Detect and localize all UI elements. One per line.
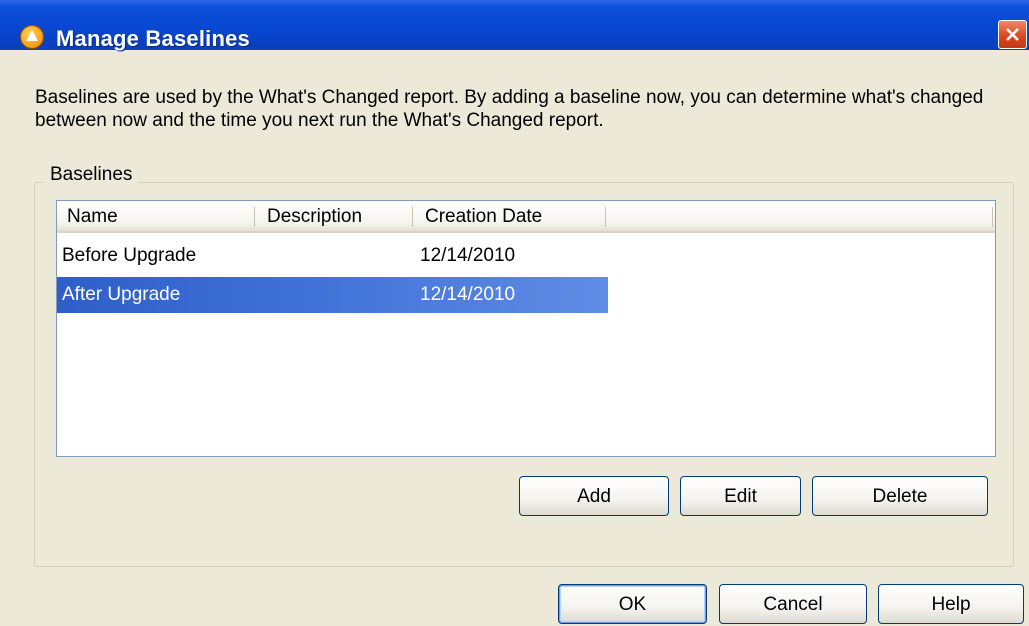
table-row[interactable]: Before Upgrade 12/14/2010 <box>57 238 995 274</box>
column-header-filler <box>608 201 995 233</box>
row-creation-date: 12/14/2010 <box>420 284 516 305</box>
close-icon <box>1006 28 1019 41</box>
table-row-selected[interactable]: After Upgrade 12/14/2010 <box>57 277 995 313</box>
row-name: After Upgrade <box>62 284 181 305</box>
cancel-button[interactable]: Cancel <box>719 584 867 624</box>
column-header-creation-date[interactable]: Creation Date <box>415 201 608 233</box>
edit-button[interactable]: Edit <box>680 476 801 516</box>
column-header-name[interactable]: Name <box>57 201 257 233</box>
dialog-title: Manage Baselines <box>56 26 250 51</box>
title-bar[interactable]: Manage Baselines <box>0 0 1029 51</box>
baselines-list[interactable]: Name Description Creation Date Before Up… <box>56 200 996 457</box>
row-name: Before Upgrade <box>62 245 197 266</box>
column-header-description[interactable]: Description <box>257 201 415 233</box>
intro-text: Baselines are used by the What's Changed… <box>35 87 984 131</box>
delete-button[interactable]: Delete <box>812 476 988 516</box>
help-button[interactable]: Help <box>878 584 1024 624</box>
app-logo-icon <box>20 25 44 49</box>
ok-button[interactable]: OK <box>558 584 707 624</box>
row-creation-date: 12/14/2010 <box>420 245 516 266</box>
close-button[interactable] <box>998 20 1027 49</box>
list-header: Name Description Creation Date <box>57 201 995 233</box>
baselines-group-label: Baselines <box>44 164 139 186</box>
manage-baselines-dialog: Manage Baselines Baselines are used by t… <box>0 0 1029 626</box>
add-button[interactable]: Add <box>519 476 669 516</box>
